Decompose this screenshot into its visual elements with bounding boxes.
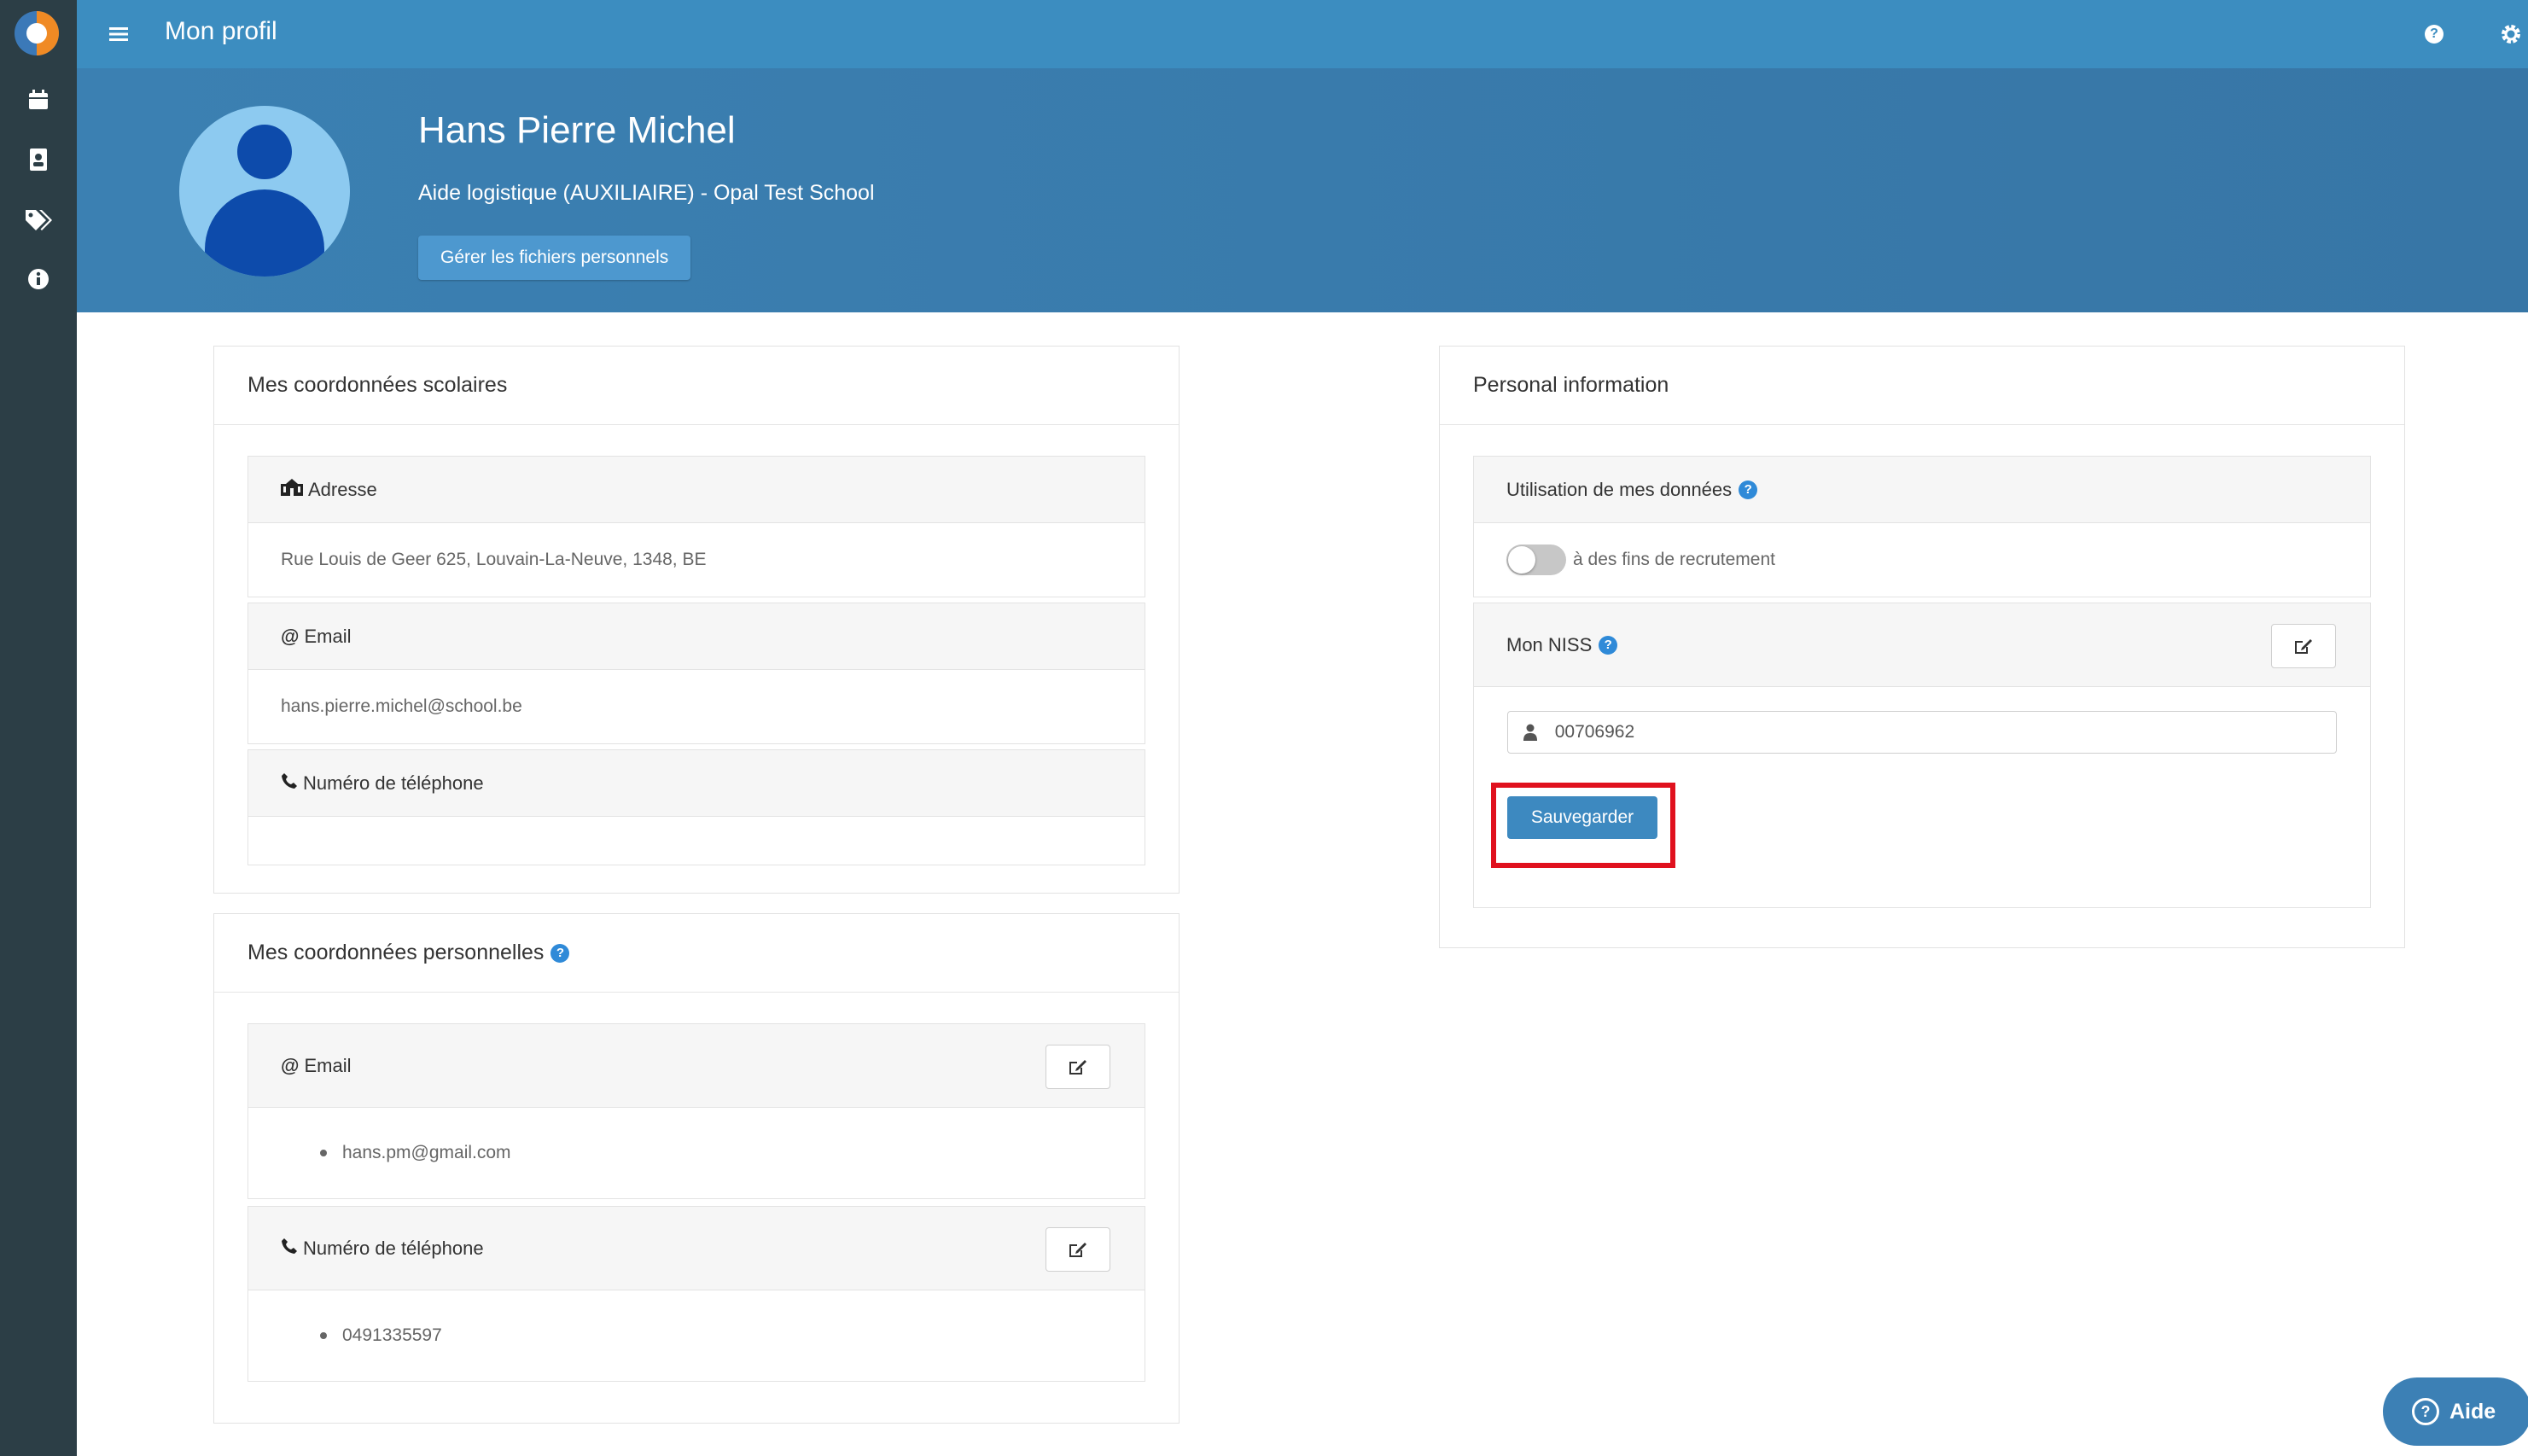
address-section: Adresse Rue Louis de Geer 625, Louvain-L… bbox=[248, 456, 1145, 597]
school-contact-panel: Mes coordonnées scolaires Adresse Rue Lo… bbox=[213, 346, 1180, 894]
personal-email-value: hans.pm@gmail.com bbox=[342, 1143, 511, 1162]
save-button[interactable]: Sauvegarder bbox=[1507, 796, 1657, 839]
school-email-section: @ Email hans.pierre.michel@school.be bbox=[248, 603, 1145, 744]
phone-icon bbox=[281, 772, 298, 795]
building-icon bbox=[281, 478, 303, 501]
hamburger-menu-icon[interactable] bbox=[109, 17, 128, 49]
niss-section: Mon NISS ? Sauvegarder bbox=[1473, 603, 2371, 908]
info-icon[interactable] bbox=[20, 261, 56, 297]
profile-role: Aide logistique (AUXILIAIRE) - Opal Test… bbox=[418, 181, 875, 205]
help-icon[interactable]: ? bbox=[1739, 480, 1758, 499]
personal-phone-value: 0491335597 bbox=[342, 1325, 442, 1345]
page-title: Mon profil bbox=[165, 17, 277, 45]
data-usage-label: Utilisation de mes données bbox=[1506, 478, 1733, 500]
profile-name: Hans Pierre Michel bbox=[418, 109, 736, 151]
gear-icon[interactable] bbox=[2494, 17, 2528, 51]
personal-phone-section: Numéro de téléphone 0491335597 bbox=[248, 1206, 1145, 1382]
school-phone-section: Numéro de téléphone bbox=[248, 749, 1145, 865]
phone-icon bbox=[281, 1238, 298, 1260]
niss-input[interactable] bbox=[1552, 721, 2336, 743]
edit-icon bbox=[2295, 639, 2312, 654]
top-bar: Mon profil ? bbox=[77, 0, 2528, 68]
profile-banner: Hans Pierre Michel Aide logistique (AUXI… bbox=[77, 68, 2528, 312]
school-email-value: hans.pierre.michel@school.be bbox=[281, 696, 522, 716]
at-icon: @ bbox=[281, 1054, 300, 1076]
edit-phone-button[interactable] bbox=[1046, 1227, 1110, 1272]
floating-help-button[interactable]: ? Aide bbox=[2383, 1377, 2528, 1446]
edit-icon bbox=[1069, 1243, 1086, 1257]
contact-card-icon[interactable] bbox=[20, 142, 56, 178]
panel-title: Personal information bbox=[1440, 347, 2404, 425]
address-label: Adresse bbox=[308, 478, 377, 500]
edit-email-button[interactable] bbox=[1046, 1045, 1110, 1089]
niss-field[interactable] bbox=[1507, 711, 2337, 754]
recruitment-toggle-label: à des fins de recrutement bbox=[1573, 550, 1775, 569]
school-phone-label: Numéro de téléphone bbox=[303, 772, 484, 794]
data-usage-section: Utilisation de mes données ? à des fins … bbox=[1473, 456, 2371, 597]
help-icon[interactable]: ? bbox=[2417, 17, 2451, 51]
sidebar bbox=[0, 0, 77, 1456]
recruitment-toggle[interactable] bbox=[1506, 545, 1566, 575]
tags-icon[interactable] bbox=[20, 201, 56, 237]
personal-contact-panel: Mes coordonnées personnelles ? @ Email h… bbox=[213, 913, 1180, 1424]
manage-personal-files-button[interactable]: Gérer les fichiers personnels bbox=[418, 236, 691, 280]
at-icon: @ bbox=[281, 625, 300, 647]
panel-title: Mes coordonnées personnelles bbox=[248, 941, 545, 964]
address-value: Rue Louis de Geer 625, Louvain-La-Neuve,… bbox=[281, 550, 707, 569]
floating-help-label: Aide bbox=[2449, 1399, 2496, 1424]
help-icon[interactable]: ? bbox=[550, 943, 570, 963]
panel-title: Mes coordonnées scolaires bbox=[214, 347, 1179, 425]
help-icon[interactable]: ? bbox=[1599, 635, 1618, 655]
question-icon: ? bbox=[2412, 1398, 2439, 1425]
personal-email-label: Email bbox=[304, 1054, 352, 1076]
personal-email-section: @ Email hans.pm@gmail.com bbox=[248, 1023, 1145, 1199]
list-item: hans.pm@gmail.com bbox=[248, 1108, 1145, 1198]
personal-information-panel: Personal information Utilisation de mes … bbox=[1439, 346, 2405, 948]
edit-niss-button[interactable] bbox=[2271, 624, 2336, 668]
list-item: 0491335597 bbox=[248, 1290, 1145, 1381]
avatar bbox=[179, 106, 350, 277]
personal-phone-label: Numéro de téléphone bbox=[303, 1237, 484, 1259]
edit-icon bbox=[1069, 1060, 1086, 1075]
school-email-label: Email bbox=[304, 625, 352, 647]
user-icon bbox=[1508, 724, 1553, 741]
app-logo[interactable] bbox=[15, 11, 59, 55]
niss-label: Mon NISS bbox=[1506, 633, 1593, 655]
school-phone-value bbox=[248, 817, 1145, 865]
calendar-icon[interactable] bbox=[20, 82, 56, 118]
